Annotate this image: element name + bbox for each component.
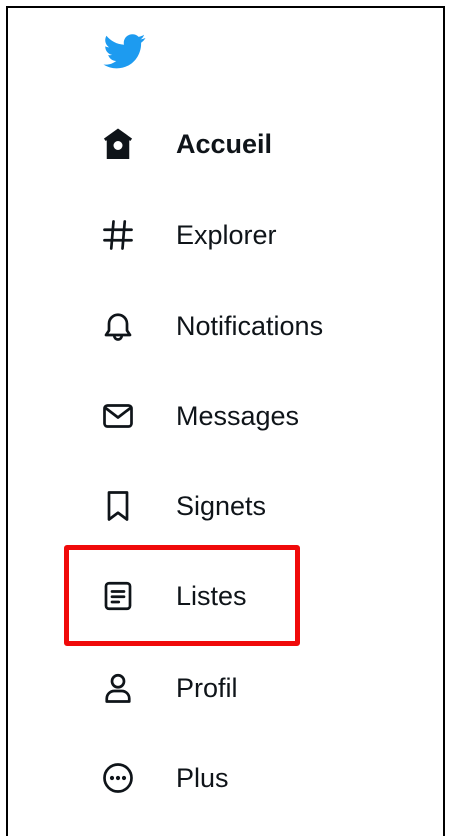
nav-label-bookmarks: Signets	[176, 491, 267, 521]
twitter-bird-icon	[103, 34, 146, 69]
bell-icon	[100, 306, 142, 346]
user-icon	[100, 668, 142, 708]
nav-item-more[interactable]: Plus	[100, 758, 229, 798]
hashtag-icon	[100, 215, 142, 255]
nav-item-explore[interactable]: Explorer	[100, 215, 277, 255]
nav-item-home[interactable]: Accueil	[100, 124, 272, 164]
nav-label-explore: Explorer	[176, 220, 277, 250]
nav-item-bookmarks[interactable]: Signets	[100, 486, 266, 526]
bookmark-icon	[100, 486, 142, 526]
nav-label-messages: Messages	[176, 401, 300, 431]
nav-label-profile: Profil	[176, 673, 238, 703]
home-icon	[100, 124, 142, 164]
list-icon	[100, 576, 142, 616]
twitter-logo[interactable]	[101, 30, 149, 72]
nav-item-profile[interactable]: Profil	[100, 668, 238, 708]
nav-label-home: Accueil	[176, 129, 273, 159]
nav-item-lists[interactable]: Listes	[100, 576, 247, 616]
nav-item-notifications[interactable]: Notifications	[100, 306, 323, 346]
envelope-icon	[100, 396, 142, 436]
more-circle-icon	[100, 758, 142, 798]
nav-label-lists: Listes	[176, 581, 247, 611]
nav-label-notifications: Notifications	[176, 311, 324, 341]
nav-item-messages[interactable]: Messages	[100, 396, 299, 436]
nav-label-more: Plus	[176, 763, 229, 793]
